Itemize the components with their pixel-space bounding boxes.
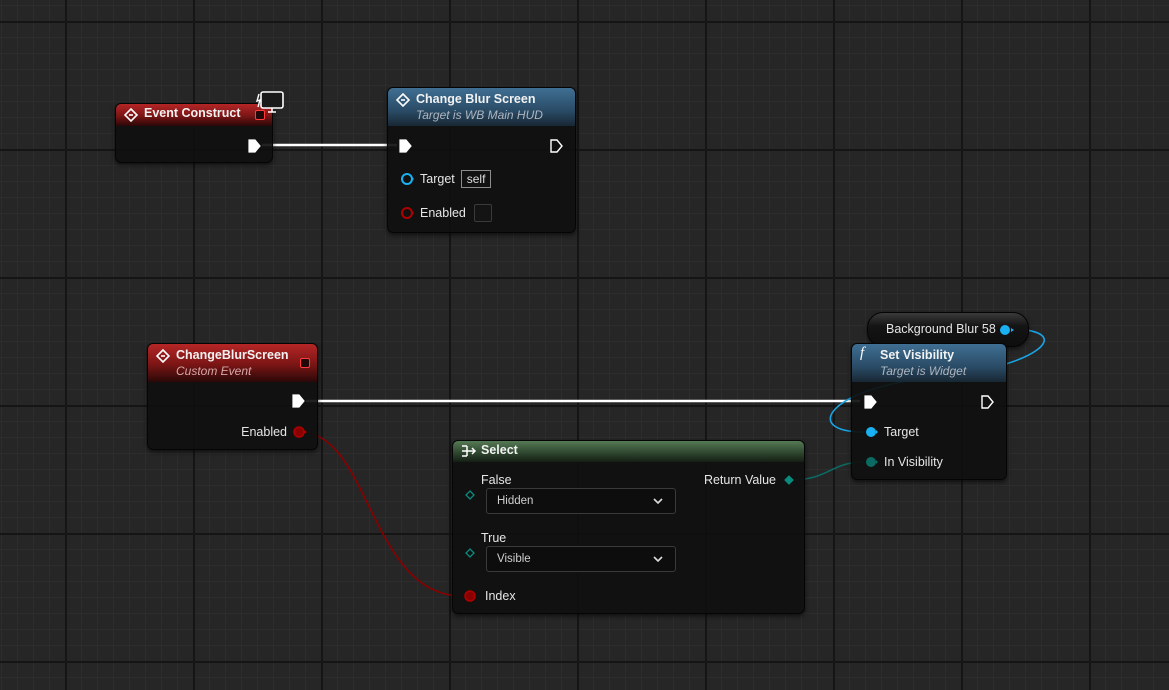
set-visibility-header[interactable]: f Set Visibility Target is Widget — [852, 344, 1006, 382]
change-blur-screen-node[interactable]: Change Blur Screen Target is WB Main HUD… — [387, 87, 576, 233]
bool-pin-icon[interactable] — [293, 425, 307, 439]
change-blur-screen-title: Change Blur Screen — [416, 92, 536, 106]
true-option-dropdown[interactable]: Visible — [486, 546, 676, 572]
custom-event-subtitle: Custom Event — [176, 364, 252, 378]
enabled-out-pin-row[interactable]: Enabled — [241, 425, 307, 439]
background-blur-variable-node[interactable]: Background Blur 58 — [867, 312, 1029, 347]
exec-in-pin[interactable] — [398, 139, 412, 153]
set-visibility-subtitle: Target is Widget — [880, 364, 967, 378]
event-construct-title: Event Construct — [144, 106, 241, 120]
enum-out-pin[interactable] — [784, 475, 794, 485]
return-value-pin-row[interactable]: Return Value — [704, 473, 794, 487]
exec-out-pin[interactable] — [980, 395, 994, 409]
object-pin-icon[interactable] — [400, 172, 414, 186]
custom-event-header[interactable]: ChangeBlurScreen Custom Event — [148, 344, 317, 382]
enabled-out-label: Enabled — [241, 425, 287, 439]
select-header[interactable]: Select — [453, 441, 804, 462]
true-option-pin[interactable] — [465, 548, 475, 558]
index-pin-row[interactable]: Index — [463, 589, 516, 603]
enabled-pin-row[interactable]: Enabled — [400, 204, 492, 222]
enabled-pin-label: Enabled — [420, 206, 466, 220]
bool-pin-icon[interactable] — [400, 206, 414, 220]
in-visibility-pin-row[interactable]: In Visibility — [864, 455, 943, 469]
return-value-label: Return Value — [703, 473, 776, 487]
object-pin-icon[interactable] — [999, 323, 1015, 337]
exec-out-pin[interactable] — [291, 394, 305, 408]
index-pin-label: Index — [485, 589, 516, 603]
chevron-down-icon — [653, 556, 663, 563]
client-monitor-icon — [256, 91, 284, 113]
event-construct-node[interactable]: Event Construct — [115, 103, 273, 163]
background-blur-label: Background Blur 58 — [886, 322, 996, 336]
exec-in-pin[interactable] — [863, 395, 877, 409]
custom-event-title: ChangeBlurScreen — [176, 348, 289, 362]
select-node[interactable]: Select False Hidden True Visible Index R… — [452, 440, 805, 614]
false-option-dropdown[interactable]: Hidden — [486, 488, 676, 514]
event-diamond-icon — [156, 349, 170, 363]
change-blur-screen-subtitle: Target is WB Main HUD — [416, 108, 543, 122]
change-blur-screen-header[interactable]: Change Blur Screen Target is WB Main HUD — [388, 88, 575, 126]
target-pin-label: Target — [420, 172, 455, 186]
chevron-down-icon — [653, 498, 663, 505]
target-pin-label: Target — [884, 425, 919, 439]
true-option-value: Visible — [497, 553, 531, 565]
target-self-input[interactable]: self — [460, 170, 492, 188]
exec-out-pin[interactable] — [247, 139, 261, 153]
true-option-label: True — [481, 531, 507, 545]
false-option-value: Hidden — [497, 495, 534, 507]
event-diamond-icon — [124, 108, 138, 122]
select-title: Select — [481, 443, 518, 457]
false-option-label: False — [481, 473, 512, 487]
target-pin-row[interactable]: Target self — [400, 170, 492, 188]
delegate-pin[interactable] — [300, 358, 310, 368]
target-pin-row[interactable]: Target — [864, 425, 919, 439]
function-f-icon: f — [860, 345, 865, 361]
in-visibility-pin-label: In Visibility — [884, 455, 943, 469]
object-pin-icon[interactable] — [864, 425, 878, 439]
function-diamond-icon — [396, 93, 410, 107]
bool-wire-enabled-index[interactable] — [299, 431, 463, 597]
false-option-pin[interactable] — [465, 490, 475, 500]
enum-pin-icon[interactable] — [864, 455, 878, 469]
bool-pin-icon[interactable] — [463, 589, 477, 603]
exec-out-pin[interactable] — [549, 139, 563, 153]
enabled-checkbox[interactable] — [473, 204, 492, 222]
event-construct-header[interactable]: Event Construct — [116, 104, 272, 126]
custom-event-node[interactable]: ChangeBlurScreen Custom Event Enabled — [147, 343, 318, 450]
set-visibility-title: Set Visibility — [880, 348, 955, 362]
select-icon — [462, 445, 477, 457]
set-visibility-node[interactable]: f Set Visibility Target is Widget Target… — [851, 343, 1007, 480]
